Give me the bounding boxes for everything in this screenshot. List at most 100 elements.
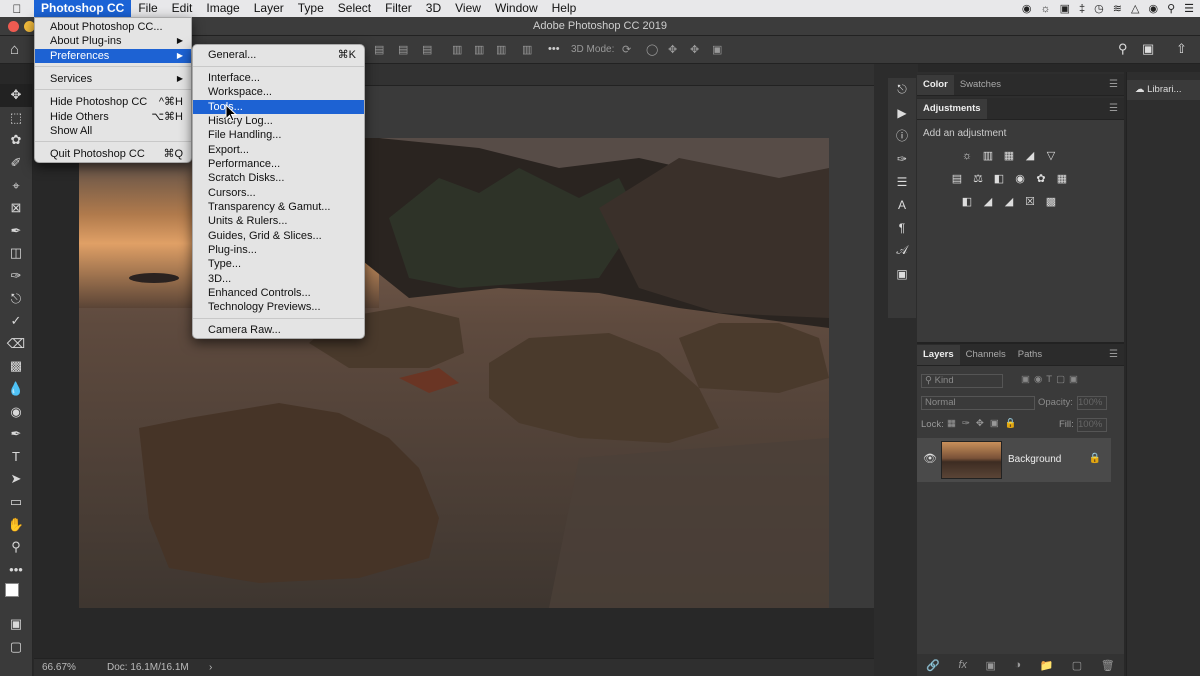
adjustment-layer-icon[interactable]: ◑ — [1014, 659, 1021, 671]
time-machine-icon[interactable]: ◷ — [1094, 2, 1104, 15]
menu-3d[interactable]: 3D — [419, 0, 448, 17]
pref-guides-grid-slices[interactable]: Guides, Grid & Slices... — [193, 229, 364, 243]
spotlight-icon[interactable]: ⚲ — [1167, 2, 1175, 15]
menu-select[interactable]: Select — [331, 0, 378, 17]
color-lookup-icon[interactable]: ▦ — [1054, 171, 1070, 186]
home-icon[interactable]: ⌂ — [10, 41, 19, 58]
pref-3d[interactable]: 3D... — [193, 272, 364, 286]
align-right-icon[interactable]: ▤ — [422, 43, 432, 56]
type-tool-icon[interactable]: T — [0, 446, 32, 469]
black-white-icon[interactable]: ◧ — [991, 171, 1007, 186]
color-swatches[interactable] — [0, 581, 32, 607]
pref-transparency-gamut[interactable]: Transparency & Gamut... — [193, 200, 364, 214]
add-mask-icon[interactable]: ▣ — [986, 659, 996, 672]
pref-enhanced-controls[interactable]: Enhanced Controls... — [193, 286, 364, 300]
siri-icon[interactable]: ◉ — [1148, 2, 1158, 15]
tab-color[interactable]: Color — [917, 75, 954, 95]
menu-filter[interactable]: Filter — [378, 0, 419, 17]
eraser-tool-icon[interactable]: ⌫ — [0, 333, 32, 356]
menu-item-show-all[interactable]: Show All — [35, 124, 191, 138]
photo-filter-icon[interactable]: ◉ — [1012, 171, 1028, 186]
dodge-tool-icon[interactable]: ◉ — [0, 400, 32, 423]
3d-pan-icon[interactable]: ✥ — [668, 43, 677, 56]
character-icon[interactable]: A — [888, 193, 916, 216]
opacity-field[interactable]: 100% — [1077, 396, 1107, 410]
menu-item-preferences[interactable]: Preferences ▶ — [35, 49, 191, 63]
blur-tool-icon[interactable]: 💧 — [0, 378, 32, 401]
exposure-icon[interactable]: ◢ — [1022, 148, 1038, 163]
info-icon[interactable]: ⓘ — [888, 124, 916, 147]
layer-filter-kind[interactable]: ⚲ Kind — [921, 374, 1003, 388]
tab-swatches[interactable]: Swatches — [954, 75, 1007, 95]
history-icon[interactable]: ⎋ — [888, 78, 916, 101]
pref-cursors[interactable]: Cursors... — [193, 186, 364, 200]
tab-channels[interactable]: Channels — [960, 345, 1012, 365]
new-group-icon[interactable]: 📁 — [1040, 659, 1054, 672]
menu-help[interactable]: Help — [545, 0, 584, 17]
align-left-icon[interactable]: ▤ — [374, 43, 384, 56]
pref-performance[interactable]: Performance... — [193, 157, 364, 171]
menu-window[interactable]: Window — [488, 0, 545, 17]
zoom-tool-icon[interactable]: ⚲ — [0, 536, 32, 559]
pen-tool-icon[interactable]: ✒ — [0, 423, 32, 446]
tab-libraries[interactable]: ☁ Librari... — [1127, 80, 1200, 100]
gradient-map-icon[interactable]: ▩ — [1043, 194, 1059, 209]
hue-saturation-icon[interactable]: ▤ — [949, 171, 965, 186]
airplay-icon[interactable]: △ — [1131, 2, 1139, 15]
lock-icon[interactable]: 🔒 — [1089, 453, 1101, 464]
bluetooth-icon[interactable]: ‡ — [1079, 3, 1085, 15]
layer-row-background[interactable]: 👁 Background 🔒 — [917, 438, 1111, 482]
glyphs-icon[interactable]: 𝒜 — [888, 239, 916, 262]
share-icon[interactable]: ⇧ — [1176, 41, 1187, 57]
status-menu-arrow[interactable]: › — [209, 662, 212, 673]
eye-icon[interactable]: 👁 — [923, 452, 937, 465]
layer-name[interactable]: Background — [1008, 454, 1061, 465]
threshold-icon[interactable]: ◢ — [1001, 194, 1017, 209]
pref-tools[interactable]: Tools... — [193, 100, 364, 114]
pref-scratch-disks[interactable]: Scratch Disks... — [193, 171, 364, 185]
tab-paths[interactable]: Paths — [1012, 345, 1048, 365]
align-center-icon[interactable]: ▤ — [398, 43, 408, 56]
trash-icon[interactable]: 🗑 — [1101, 659, 1115, 672]
menu-photoshop[interactable]: Photoshop CC — [34, 0, 132, 17]
foreground-color-swatch[interactable] — [5, 583, 19, 598]
menu-item-about-photoshop[interactable]: About Photoshop CC... — [35, 20, 191, 34]
zoom-level[interactable]: 66.67% — [42, 662, 76, 673]
quick-mask-icon[interactable]: ▣ — [0, 613, 32, 636]
menu-item-hide-photoshop[interactable]: Hide Photoshop CC ^⌘H — [35, 95, 191, 109]
panel-menu-icon[interactable]: ☰ — [1109, 103, 1118, 114]
crop-tool-icon[interactable]: ⌖ — [0, 174, 32, 197]
levels-icon[interactable]: ▥ — [980, 148, 996, 163]
more-tools-icon[interactable]: ••• — [0, 558, 32, 581]
brushes-icon[interactable]: ✑ — [888, 147, 916, 170]
pref-workspace[interactable]: Workspace... — [193, 85, 364, 99]
tab-adjustments[interactable]: Adjustments — [917, 99, 987, 119]
pref-type[interactable]: Type... — [193, 257, 364, 271]
tab-layers[interactable]: Layers — [917, 345, 960, 365]
notification-center-icon[interactable]: ☰ — [1184, 2, 1194, 15]
creative-cloud-icon[interactable]: ◉ — [1022, 2, 1032, 15]
pref-file-handling[interactable]: File Handling... — [193, 128, 364, 142]
fx-icon[interactable]: fx — [958, 659, 967, 671]
menu-view[interactable]: View — [448, 0, 488, 17]
pref-units-rulers[interactable]: Units & Rulers... — [193, 214, 364, 228]
curves-icon[interactable]: ▦ — [1001, 148, 1017, 163]
pref-history-log[interactable]: History Log... — [193, 114, 364, 128]
stamp-tool-icon[interactable]: ⎋ — [0, 287, 32, 310]
move-tool-icon[interactable]: ✥ — [0, 84, 32, 107]
menu-item-services[interactable]: Services ▶ — [35, 72, 191, 86]
workspace-icon[interactable]: ▣ — [1142, 41, 1154, 57]
pref-plugins[interactable]: Plug-ins... — [193, 243, 364, 257]
channel-mixer-icon[interactable]: ✿ — [1033, 171, 1049, 186]
selective-color-icon[interactable]: ☒ — [1022, 194, 1038, 209]
healing-tool-icon[interactable]: ◫ — [0, 242, 32, 265]
color-balance-icon[interactable]: ⚖ — [970, 171, 986, 186]
lasso-tool-icon[interactable]: ✿ — [0, 129, 32, 152]
marquee-tool-icon[interactable]: ⬚ — [0, 107, 32, 130]
panel-menu-icon[interactable]: ☰ — [1109, 79, 1118, 90]
blend-mode-select[interactable]: Normal — [921, 396, 1035, 410]
apple-icon[interactable]:  — [0, 2, 34, 16]
search-icon[interactable]: ⚲ — [1118, 41, 1128, 57]
shape-tool-icon[interactable]: ▭ — [0, 491, 32, 514]
brush-tool-icon[interactable]: ✑ — [0, 265, 32, 288]
